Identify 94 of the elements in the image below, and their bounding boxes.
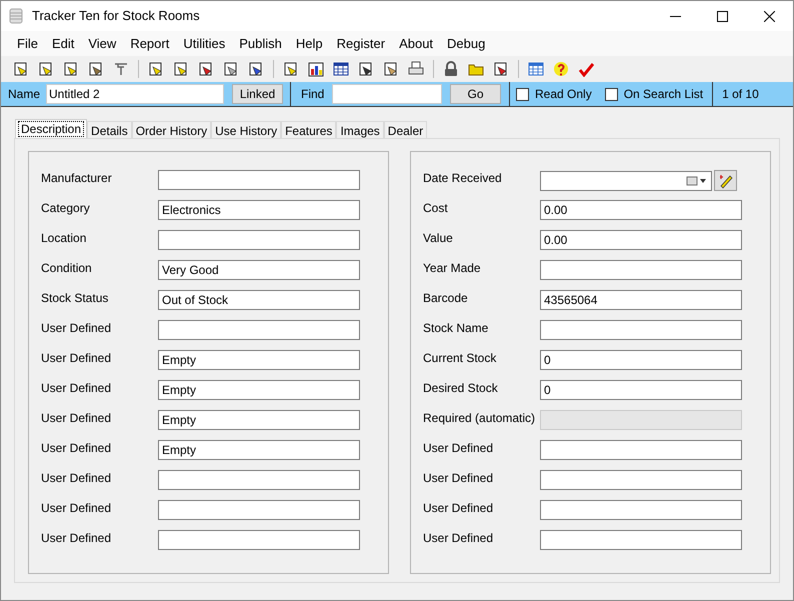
- find-label: Find: [301, 86, 326, 103]
- field-label: User Defined: [423, 440, 494, 455]
- field-label: Year Made: [423, 260, 482, 275]
- app-icon: [9, 8, 23, 24]
- linked-button[interactable]: Linked: [232, 84, 283, 104]
- menu-item[interactable]: Utilities: [176, 34, 232, 54]
- input-field[interactable]: [158, 230, 360, 250]
- date-field[interactable]: [540, 170, 712, 190]
- field-label: User Defined: [41, 530, 112, 545]
- input-field[interactable]: [540, 500, 742, 520]
- tab[interactable]: Features: [281, 121, 336, 138]
- tab[interactable]: Dealer: [384, 121, 428, 138]
- menu-item[interactable]: Debug: [440, 34, 492, 54]
- input-field[interactable]: [158, 470, 360, 490]
- input-field[interactable]: 0.00: [540, 200, 742, 220]
- checkbox[interactable]: [604, 88, 618, 100]
- close-icon[interactable]: [764, 10, 775, 22]
- input-field[interactable]: [540, 320, 742, 340]
- go-button[interactable]: Go: [450, 84, 501, 104]
- input-field[interactable]: [158, 320, 360, 340]
- input-field[interactable]: Empty: [158, 380, 360, 400]
- menu-item[interactable]: Report: [123, 34, 176, 54]
- name-field[interactable]: Untitled 2: [46, 84, 224, 104]
- checkbox-label: On Search List: [624, 86, 704, 103]
- input-field[interactable]: Out of Stock: [158, 290, 360, 310]
- field-label: User Defined: [41, 440, 112, 455]
- input-field[interactable]: [540, 260, 742, 280]
- field-label: Desired Stock: [423, 380, 499, 395]
- lock-icon[interactable]: [443, 60, 459, 76]
- menu-item[interactable]: File: [10, 34, 45, 54]
- field-label: User Defined: [423, 530, 494, 545]
- table-icon[interactable]: [333, 60, 349, 76]
- input-field[interactable]: [158, 530, 360, 550]
- input-field[interactable]: 0: [540, 350, 742, 370]
- input-field[interactable]: Empty: [158, 440, 360, 460]
- field-label: User Defined: [41, 350, 112, 365]
- menu-item[interactable]: Register: [330, 34, 392, 54]
- input-field[interactable]: [540, 440, 742, 460]
- input-field[interactable]: Empty: [158, 350, 360, 370]
- input-field[interactable]: [540, 470, 742, 490]
- input-field[interactable]: Electronics: [158, 200, 360, 220]
- menu-item[interactable]: Edit: [44, 34, 82, 54]
- checkbox-label: Read Only: [535, 86, 592, 103]
- menu-item[interactable]: View: [81, 34, 124, 54]
- field-label: User Defined: [41, 410, 112, 425]
- field-label: Required (automatic): [423, 410, 536, 425]
- field-label: User Defined: [41, 320, 112, 335]
- field-label: Current Stock: [423, 350, 498, 365]
- field-label: Value: [423, 230, 454, 245]
- input-field[interactable]: 0: [540, 380, 742, 400]
- input-field[interactable]: 0.00: [540, 230, 742, 250]
- field-label: Manufacturer: [41, 170, 113, 185]
- edit-date-button[interactable]: [714, 170, 737, 191]
- checkmark-icon[interactable]: [578, 60, 594, 76]
- name-label: Name: [8, 86, 42, 103]
- field-label: Location: [41, 230, 88, 245]
- pencil-icon: [718, 172, 734, 188]
- help-icon[interactable]: [553, 60, 569, 76]
- maximize-icon[interactable]: [717, 10, 728, 22]
- field-label: Cost: [423, 200, 449, 215]
- record-count: 1 of 10: [722, 86, 759, 103]
- input-field[interactable]: 43565064: [540, 290, 742, 310]
- input-field[interactable]: [540, 530, 742, 550]
- field-label: Date Received: [423, 170, 503, 185]
- menu-item[interactable]: About: [392, 34, 440, 54]
- field-label: Condition: [41, 260, 93, 275]
- tab[interactable]: Images: [336, 121, 384, 138]
- field-label: User Defined: [423, 470, 494, 485]
- menu-item[interactable]: Publish: [232, 34, 289, 54]
- tab[interactable]: Order History: [132, 121, 212, 138]
- field-label: User Defined: [423, 500, 494, 515]
- tab[interactable]: Description: [15, 119, 88, 138]
- find-field[interactable]: [332, 84, 442, 104]
- input-field[interactable]: Empty: [158, 410, 360, 430]
- field-label: User Defined: [41, 380, 112, 395]
- field-label: Barcode: [423, 290, 469, 305]
- tab[interactable]: Use History: [211, 121, 282, 138]
- bar-chart-icon[interactable]: [308, 60, 324, 76]
- field-label: Stock Status: [41, 290, 110, 305]
- calculator-icon[interactable]: [528, 60, 544, 76]
- tab[interactable]: Details: [87, 121, 132, 138]
- checkbox[interactable]: [516, 88, 529, 100]
- field-label: User Defined: [41, 470, 112, 485]
- input-field[interactable]: [158, 170, 360, 190]
- field-label: Stock Name: [423, 320, 490, 335]
- input-field[interactable]: [540, 410, 742, 430]
- calendar-dropdown-icon[interactable]: [686, 176, 708, 186]
- printer-icon[interactable]: [408, 60, 424, 76]
- field-label: Category: [41, 200, 91, 215]
- input-field[interactable]: [158, 500, 360, 520]
- input-field[interactable]: Very Good: [158, 260, 360, 280]
- menu-item[interactable]: Help: [288, 34, 330, 54]
- window-title: Tracker Ten for Stock Rooms: [32, 7, 200, 26]
- field-label: User Defined: [41, 500, 112, 515]
